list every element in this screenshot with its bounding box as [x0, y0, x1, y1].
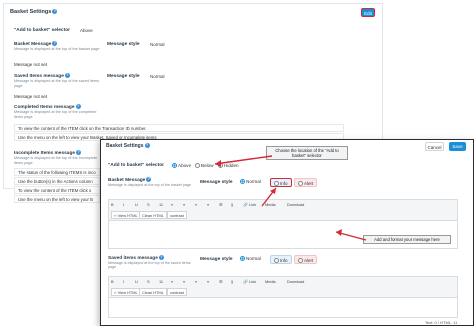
- arrow-head: [215, 160, 221, 167]
- arrow-location: [214, 155, 273, 165]
- annotation-arrows: [214, 155, 367, 241]
- arrow-head: [270, 188, 276, 194]
- arrow-head: [336, 229, 342, 236]
